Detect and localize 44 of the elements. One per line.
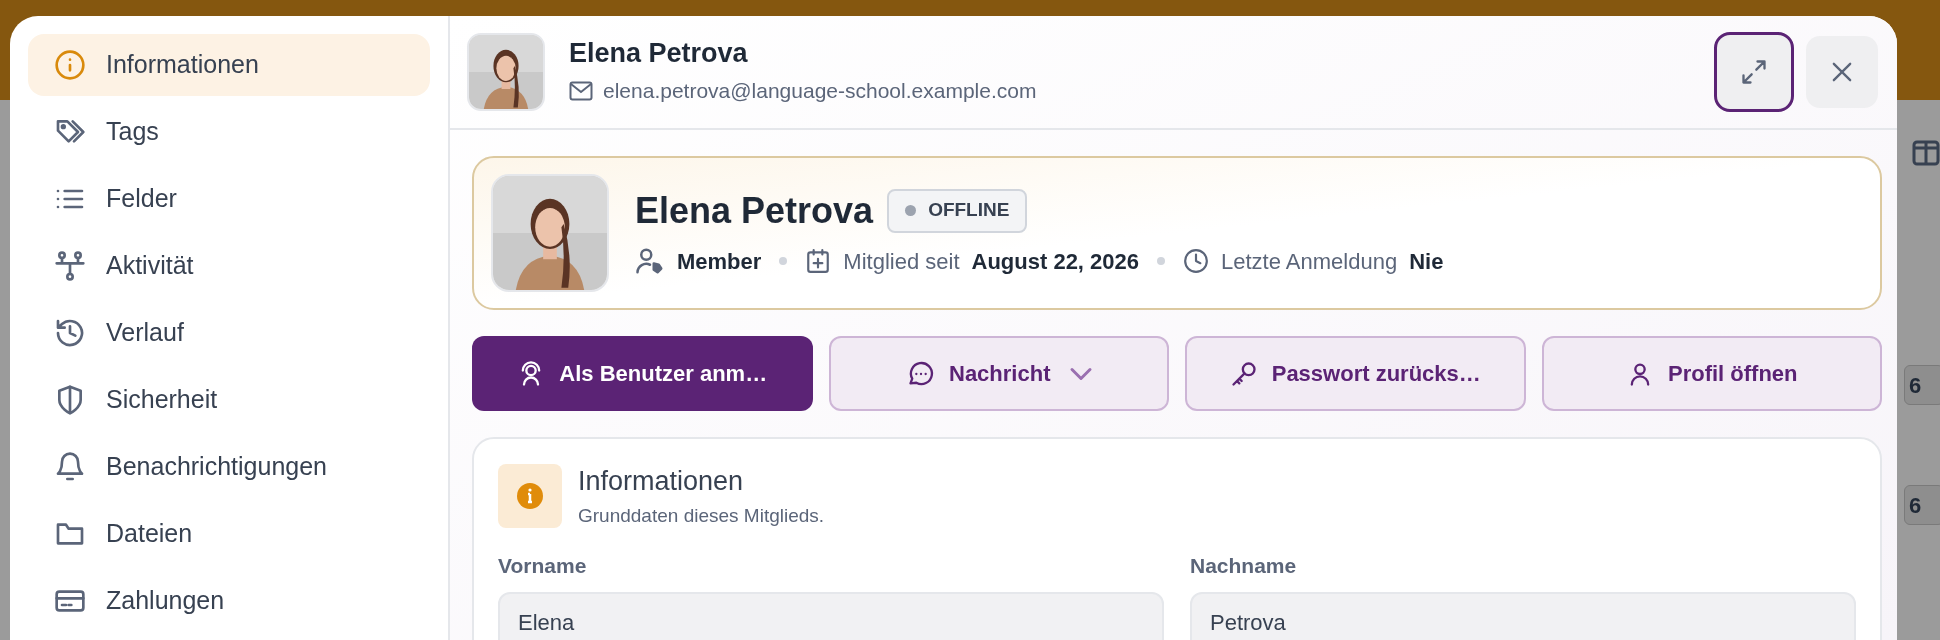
role-text: Member <box>677 247 762 276</box>
field-label: Nachname <box>1190 553 1298 579</box>
expand-button[interactable] <box>1714 32 1794 112</box>
section-title: Informationen <box>578 465 745 498</box>
key-icon <box>1229 359 1258 388</box>
bell-icon <box>54 451 86 483</box>
sidebar-item[interactable]: Dateien <box>28 503 430 565</box>
action-button[interactable]: Profil öffnen <box>1541 336 1882 411</box>
expand-icon <box>1740 58 1768 86</box>
text-input[interactable]: Petrova <box>1190 591 1856 640</box>
sidebar-item[interactable]: Benachrichtigungen <box>28 436 430 498</box>
section-subtitle: Grunddaten dieses Mitglieds. <box>578 503 825 528</box>
action-button[interactable]: Passwort zurücks… <box>1185 336 1526 411</box>
branches-icon <box>54 250 86 282</box>
sidebar-item[interactable]: Sicherheit <box>28 369 430 431</box>
last-login-label: Letzte Anmeldung <box>1221 247 1398 276</box>
info-icon <box>498 463 562 528</box>
sidebar-item[interactable]: Felder <box>28 168 430 230</box>
history-icon <box>54 317 86 349</box>
mail-icon <box>569 80 593 101</box>
sidebar-item[interactable]: Informationen <box>28 34 430 96</box>
sidebar-item[interactable]: Tags <box>28 101 430 163</box>
user-tag-icon <box>635 246 665 276</box>
count-badge: 6 <box>1904 485 1940 525</box>
email-text: elena.petrova@language-school.example.com <box>603 78 1037 105</box>
contact-name: Elena Petrova <box>569 37 749 71</box>
last-login-value: Nie <box>1409 247 1444 276</box>
field-label: Vorname <box>498 553 588 579</box>
sidebar-item[interactable]: Zahlungen <box>28 570 430 632</box>
sidebar-item[interactable]: Aktivität <box>28 235 430 297</box>
calendar-plus-icon <box>805 248 832 274</box>
status-badge: OFFLINE <box>887 188 1028 233</box>
member-since-label: Mitglied seit <box>843 247 960 276</box>
chat-icon <box>907 359 935 388</box>
action-button[interactable]: Nachricht <box>828 336 1169 411</box>
member-since-date: August 22, 2026 <box>971 247 1140 276</box>
profile-name: Elena Petrova <box>635 192 874 229</box>
action-button[interactable]: Als Benutzer anm… <box>472 336 813 411</box>
columns-icon[interactable] <box>1912 140 1940 166</box>
count-badge: 6 <box>1904 365 1940 405</box>
text-input[interactable]: Elena <box>498 591 1164 640</box>
clock-icon <box>1183 248 1210 274</box>
info-icon <box>54 49 86 81</box>
sidebar-item[interactable]: Verlauf <box>28 302 430 364</box>
